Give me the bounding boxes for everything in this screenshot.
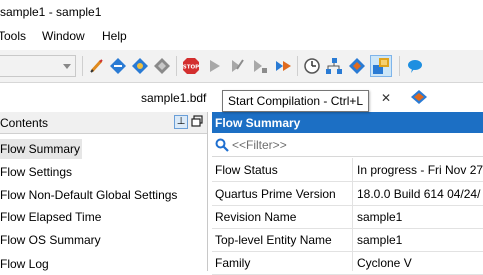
window-title: sample1 - sample1 <box>0 5 102 19</box>
contents-title: Contents <box>0 116 49 130</box>
netlist-icon[interactable] <box>325 57 343 75</box>
programmer-icon[interactable] <box>348 57 366 75</box>
contents-item-flow-log[interactable]: Flow Log <box>0 253 51 275</box>
run-analysis-icon[interactable] <box>228 57 246 75</box>
menu-bar: Tools Window Help <box>0 26 483 48</box>
toolbar-separator <box>176 56 177 76</box>
flow-summary-header: Flow Summary <box>212 112 483 133</box>
search-icon <box>215 138 229 152</box>
toolbar-separator <box>399 56 400 76</box>
flow-summary-title: Flow Summary <box>215 116 301 130</box>
menu-window[interactable]: Window <box>42 29 85 43</box>
chevron-down-icon <box>63 64 71 69</box>
flow-summary-panel: Flow Summary <<Filter>> Flow Status In p… <box>212 112 483 275</box>
list-item-label: Flow Non-Default Global Settings <box>0 188 178 202</box>
table-row: Quartus Prime Version 18.0.0 Build 614 0… <box>212 182 483 206</box>
toolbar: STOP <box>0 50 483 83</box>
pencil-icon[interactable] <box>88 57 106 75</box>
compilation-report-tab-icon[interactable] <box>410 89 428 105</box>
contents-item-elapsed-time[interactable]: Flow Elapsed Time <box>0 206 103 228</box>
filter-placeholder: <<Filter>> <box>232 138 287 152</box>
row-value: Cyclone V <box>357 256 412 270</box>
table-row: Revision Name sample1 <box>212 205 483 229</box>
stop-label: STOP <box>183 65 199 71</box>
table-row: Family Cyclone V <box>212 251 483 275</box>
contents-panel: Contents ⊥ Flow Summary Flow Settings Fl… <box>0 112 208 271</box>
timing-icon[interactable] <box>303 57 321 75</box>
contents-item-non-default-settings[interactable]: Flow Non-Default Global Settings <box>0 184 179 206</box>
menu-tools-label: Tools <box>0 29 27 43</box>
pin-icon[interactable]: ⊥ <box>174 115 188 129</box>
tooltip: Start Compilation - Ctrl+L <box>222 90 370 112</box>
contents-item-flow-settings[interactable]: Flow Settings <box>0 161 74 183</box>
list-item-label: Flow Log <box>0 257 49 271</box>
row-key: Quartus Prime Version <box>215 187 336 201</box>
list-item-label: Flow Elapsed Time <box>0 210 102 224</box>
row-value: In progress - Fri Nov 27 <box>357 163 483 177</box>
row-key: Flow Status <box>215 163 278 177</box>
menu-help-label: Help <box>102 29 127 43</box>
table-row: Flow Status In progress - Fri Nov 27 <box>212 158 483 182</box>
project-combo[interactable] <box>0 55 76 77</box>
diamond-gray-icon[interactable] <box>153 57 171 75</box>
diamond-settings-icon[interactable] <box>131 57 149 75</box>
list-item-label: Flow OS Summary <box>0 233 101 247</box>
stop-icon[interactable]: STOP <box>182 57 200 75</box>
document-tab[interactable]: sample1.bdf <box>141 91 206 105</box>
table-row: Top-level Entity Name sample1 <box>212 228 483 252</box>
diamond-blue-icon[interactable] <box>109 57 127 75</box>
menu-window-label: Window <box>42 29 85 43</box>
assembler-icon[interactable] <box>274 57 292 75</box>
contents-header: Contents ⊥ <box>0 112 207 134</box>
menu-help[interactable]: Help <box>102 29 127 43</box>
toolbar-separator <box>82 56 83 76</box>
list-item-label: Flow Settings <box>0 165 73 179</box>
compile-icon[interactable] <box>370 55 392 77</box>
row-value: sample1 <box>357 210 403 224</box>
list-item-label: Flow Summary <box>0 139 83 159</box>
close-icon[interactable]: ✕ <box>381 91 391 105</box>
contents-item-flow-summary[interactable]: Flow Summary <box>0 138 83 160</box>
row-value: sample1 <box>357 233 403 247</box>
contents-item-os-summary[interactable]: Flow OS Summary <box>0 229 103 251</box>
row-key: Top-level Entity Name <box>215 233 332 247</box>
tooltip-text: Start Compilation - Ctrl+L <box>228 94 364 108</box>
restore-icon[interactable] <box>191 115 203 127</box>
row-key: Revision Name <box>215 210 297 224</box>
run-fitter-icon[interactable] <box>251 57 269 75</box>
play-icon[interactable] <box>205 57 223 75</box>
title-bar: sample1 - sample1 <box>0 0 483 26</box>
row-key: Family <box>215 256 251 270</box>
row-value: 18.0.0 Build 614 04/24/ <box>357 187 481 201</box>
filter-field[interactable]: <<Filter>> <box>212 134 483 157</box>
chat-icon[interactable] <box>406 57 424 75</box>
toolbar-separator <box>297 56 298 76</box>
menu-tools[interactable]: Tools <box>0 29 26 43</box>
